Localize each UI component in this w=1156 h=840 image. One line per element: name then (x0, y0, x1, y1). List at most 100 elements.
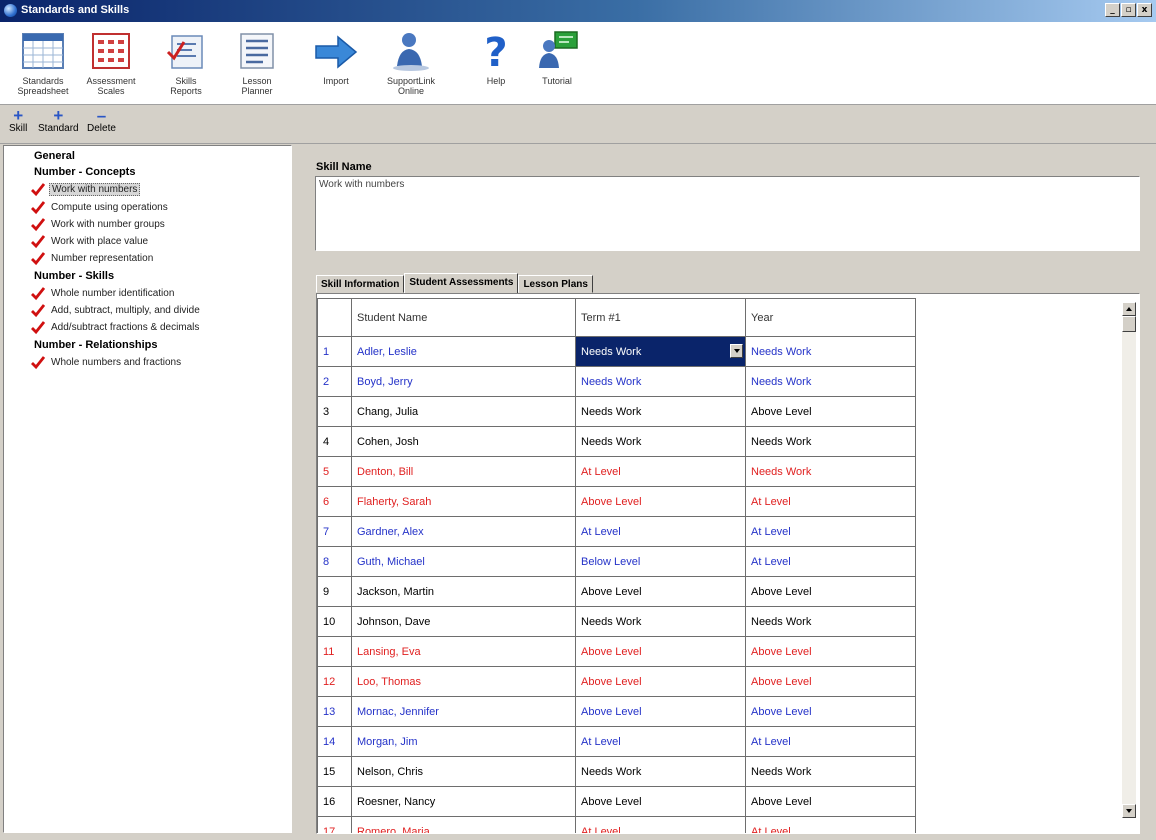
add-skill-button[interactable]: + Skill (9, 107, 27, 134)
term-1-cell[interactable]: Needs Work (575, 426, 746, 457)
year-cell[interactable]: Needs Work (745, 456, 916, 487)
year-cell[interactable]: At Level (745, 516, 916, 547)
student-name-cell[interactable]: Adler, Leslie (351, 336, 576, 367)
student-name-cell[interactable]: Jackson, Martin (351, 576, 576, 607)
year-cell[interactable]: Above Level (745, 696, 916, 727)
year-cell[interactable]: Above Level (745, 666, 916, 697)
column-header-year[interactable]: Year (745, 298, 916, 337)
table-row[interactable]: 1 Adler, Leslie Needs Work Needs Work (317, 336, 916, 367)
student-name-cell[interactable]: Denton, Bill (351, 456, 576, 487)
table-row[interactable]: 7 Gardner, Alex At Level At Level (317, 516, 916, 547)
tree-skill-item[interactable]: Work with numbers (31, 182, 141, 198)
table-row[interactable]: 2 Boyd, Jerry Needs Work Needs Work (317, 366, 916, 397)
table-row[interactable]: 17 Romero, Maria At Level At Level (317, 816, 916, 833)
tree-skill-item[interactable]: Work with number groups (31, 217, 167, 233)
student-name-cell[interactable]: Johnson, Dave (351, 606, 576, 637)
year-cell[interactable]: Needs Work (745, 426, 916, 457)
column-header-term-1[interactable]: Term #1 (575, 298, 746, 337)
student-name-cell[interactable]: Roesner, Nancy (351, 786, 576, 817)
table-row[interactable]: 8 Guth, Michael Below Level At Level (317, 546, 916, 577)
tree-skill-item[interactable]: Whole number identification (31, 286, 176, 302)
student-name-cell[interactable]: Flaherty, Sarah (351, 486, 576, 517)
vertical-scrollbar[interactable] (1122, 302, 1136, 818)
year-cell[interactable]: Needs Work (745, 366, 916, 397)
year-cell[interactable]: Needs Work (745, 606, 916, 637)
table-row[interactable]: 6 Flaherty, Sarah Above Level At Level (317, 486, 916, 517)
tree-skill-item[interactable]: Work with place value (31, 234, 150, 250)
tree-group-number-skills[interactable]: Number - Skills (34, 268, 114, 284)
term-1-cell[interactable]: Below Level (575, 546, 746, 577)
student-name-cell[interactable]: Romero, Maria (351, 816, 576, 833)
year-cell[interactable]: Needs Work (745, 336, 916, 367)
term-1-cell[interactable]: Needs Work (575, 336, 746, 367)
tree-skill-item[interactable]: Whole numbers and fractions (31, 355, 183, 371)
table-row[interactable]: 4 Cohen, Josh Needs Work Needs Work (317, 426, 916, 457)
tree-group-general[interactable]: General (34, 148, 75, 164)
toolbar-standards-spreadsheet[interactable]: Standards Spreadsheet (12, 28, 74, 96)
term-1-cell[interactable]: Needs Work (575, 606, 746, 637)
term-1-cell[interactable]: Needs Work (575, 396, 746, 427)
tree-skill-item[interactable]: Add, subtract, multiply, and divide (31, 303, 202, 319)
student-name-cell[interactable]: Gardner, Alex (351, 516, 576, 547)
term-1-cell[interactable]: At Level (575, 726, 746, 757)
term-1-cell[interactable]: Above Level (575, 636, 746, 667)
term-1-cell[interactable]: Above Level (575, 666, 746, 697)
year-cell[interactable]: At Level (745, 816, 916, 833)
table-row[interactable]: 14 Morgan, Jim At Level At Level (317, 726, 916, 757)
table-row[interactable]: 12 Loo, Thomas Above Level Above Level (317, 666, 916, 697)
student-name-cell[interactable]: Lansing, Eva (351, 636, 576, 667)
table-row[interactable]: 11 Lansing, Eva Above Level Above Level (317, 636, 916, 667)
scroll-thumb[interactable] (1122, 316, 1136, 332)
table-row[interactable]: 5 Denton, Bill At Level Needs Work (317, 456, 916, 487)
toolbar-skills-reports[interactable]: Skills Reports (155, 28, 217, 96)
table-row[interactable]: 3 Chang, Julia Needs Work Above Level (317, 396, 916, 427)
delete-button[interactable]: – Delete (87, 107, 116, 134)
scroll-up-button[interactable] (1122, 302, 1136, 316)
year-cell[interactable]: At Level (745, 726, 916, 757)
year-cell[interactable]: At Level (745, 486, 916, 517)
maximize-button[interactable]: ▫ (1121, 3, 1136, 17)
student-name-cell[interactable]: Nelson, Chris (351, 756, 576, 787)
tree-skill-item[interactable]: Number representation (31, 251, 155, 267)
tab-student-assessments[interactable]: Student Assessments (404, 273, 519, 293)
term-1-cell[interactable]: Above Level (575, 696, 746, 727)
table-row[interactable]: 9 Jackson, Martin Above Level Above Level (317, 576, 916, 607)
student-name-cell[interactable]: Mornac, Jennifer (351, 696, 576, 727)
term-1-cell[interactable]: At Level (575, 456, 746, 487)
table-row[interactable]: 13 Mornac, Jennifer Above Level Above Level (317, 696, 916, 727)
term-1-cell[interactable]: Above Level (575, 786, 746, 817)
toolbar-lesson-planner[interactable]: Lesson Planner (226, 28, 288, 96)
column-header-student-name[interactable]: Student Name (351, 298, 576, 337)
tree-skill-item[interactable]: Compute using operations (31, 200, 170, 216)
term-1-cell[interactable]: At Level (575, 516, 746, 547)
toolbar-supportlink-online[interactable]: SupportLink Online (380, 28, 442, 96)
student-name-cell[interactable]: Chang, Julia (351, 396, 576, 427)
minimize-button[interactable]: _ (1105, 3, 1120, 17)
table-row[interactable]: 15 Nelson, Chris Needs Work Needs Work (317, 756, 916, 787)
student-name-cell[interactable]: Loo, Thomas (351, 666, 576, 697)
tree-group-number-concepts[interactable]: Number - Concepts (34, 164, 135, 180)
term-1-cell[interactable]: Needs Work (575, 756, 746, 787)
term-1-cell[interactable]: Needs Work (575, 366, 746, 397)
year-cell[interactable]: Above Level (745, 636, 916, 667)
close-button[interactable]: x (1137, 3, 1152, 17)
tab-lesson-plans[interactable]: Lesson Plans (518, 275, 593, 293)
toolbar-import[interactable]: Import (305, 28, 367, 86)
year-cell[interactable]: Above Level (745, 396, 916, 427)
year-cell[interactable]: Above Level (745, 576, 916, 607)
toolbar-help[interactable]: ? Help (465, 28, 527, 86)
add-standard-button[interactable]: + Standard (38, 107, 79, 134)
term-1-cell[interactable]: Above Level (575, 576, 746, 607)
table-row[interactable]: 16 Roesner, Nancy Above Level Above Level (317, 786, 916, 817)
toolbar-tutorial[interactable]: Tutorial (526, 28, 588, 86)
toolbar-assessment-scales[interactable]: Assessment Scales (80, 28, 142, 96)
term-1-cell[interactable]: Above Level (575, 486, 746, 517)
year-cell[interactable]: Needs Work (745, 756, 916, 787)
dropdown-arrow-button[interactable] (730, 344, 743, 358)
tree-group-number-relationships[interactable]: Number - Relationships (34, 337, 157, 353)
table-row[interactable]: 10 Johnson, Dave Needs Work Needs Work (317, 606, 916, 637)
scroll-down-button[interactable] (1122, 804, 1136, 818)
year-cell[interactable]: At Level (745, 546, 916, 577)
term-1-cell[interactable]: At Level (575, 816, 746, 833)
student-name-cell[interactable]: Morgan, Jim (351, 726, 576, 757)
